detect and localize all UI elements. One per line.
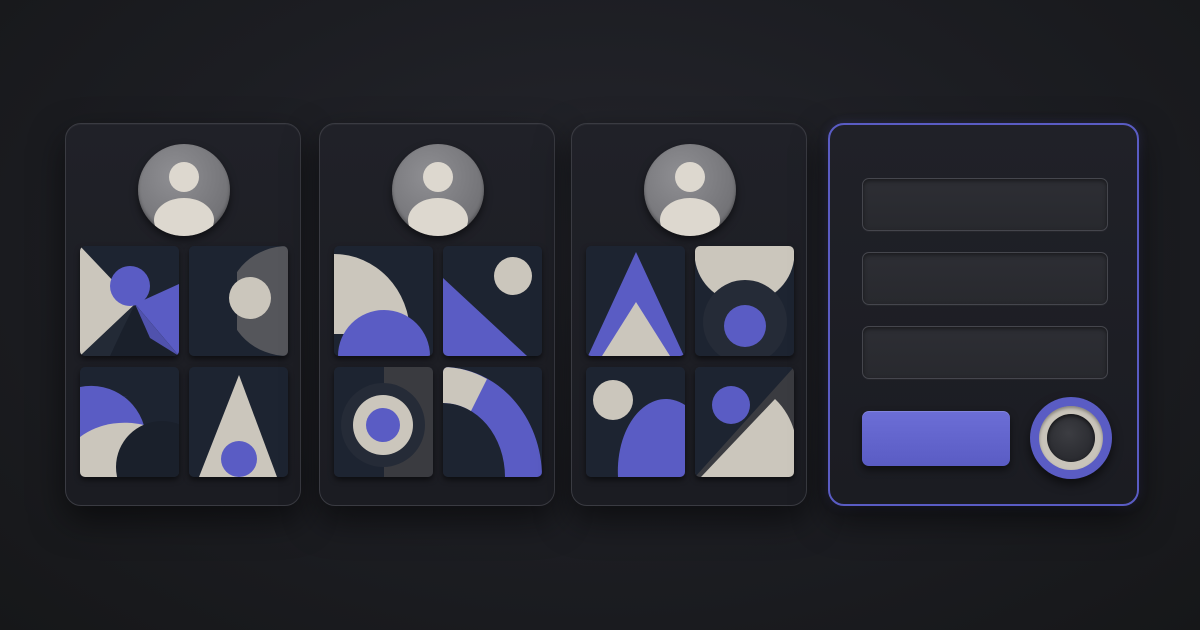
- text-field-1[interactable]: [862, 178, 1108, 231]
- form-card[interactable]: [828, 123, 1139, 506]
- user-avatar-icon[interactable]: [644, 144, 736, 236]
- profile-card-1[interactable]: [65, 123, 301, 506]
- pattern-tile-triangle[interactable]: [189, 367, 288, 477]
- pattern-tile-half-moon[interactable]: [189, 246, 288, 356]
- text-field-2[interactable]: [862, 252, 1108, 305]
- pattern-tile-semicircle[interactable]: [695, 246, 794, 356]
- pattern-tile-triangle-sun[interactable]: [443, 246, 542, 356]
- pattern-tile-rainbow[interactable]: [443, 367, 542, 477]
- pattern-tile-dome[interactable]: [586, 367, 685, 477]
- pattern-tile-peak[interactable]: [586, 246, 685, 356]
- pattern-tile-diagonal[interactable]: [695, 367, 794, 477]
- primary-button[interactable]: [862, 411, 1010, 466]
- pattern-tile-bowtie[interactable]: [80, 246, 179, 356]
- text-field-3[interactable]: [862, 326, 1108, 379]
- pattern-tile-quarters[interactable]: [334, 246, 433, 356]
- user-avatar-icon[interactable]: [392, 144, 484, 236]
- profile-card-3[interactable]: [571, 123, 807, 506]
- pattern-tile-target[interactable]: [334, 367, 433, 477]
- record-toggle-icon: [1047, 414, 1095, 462]
- pattern-tile-arcs[interactable]: [80, 367, 179, 477]
- record-toggle-button[interactable]: [1030, 397, 1112, 479]
- profile-card-2[interactable]: [319, 123, 555, 506]
- user-avatar-icon[interactable]: [138, 144, 230, 236]
